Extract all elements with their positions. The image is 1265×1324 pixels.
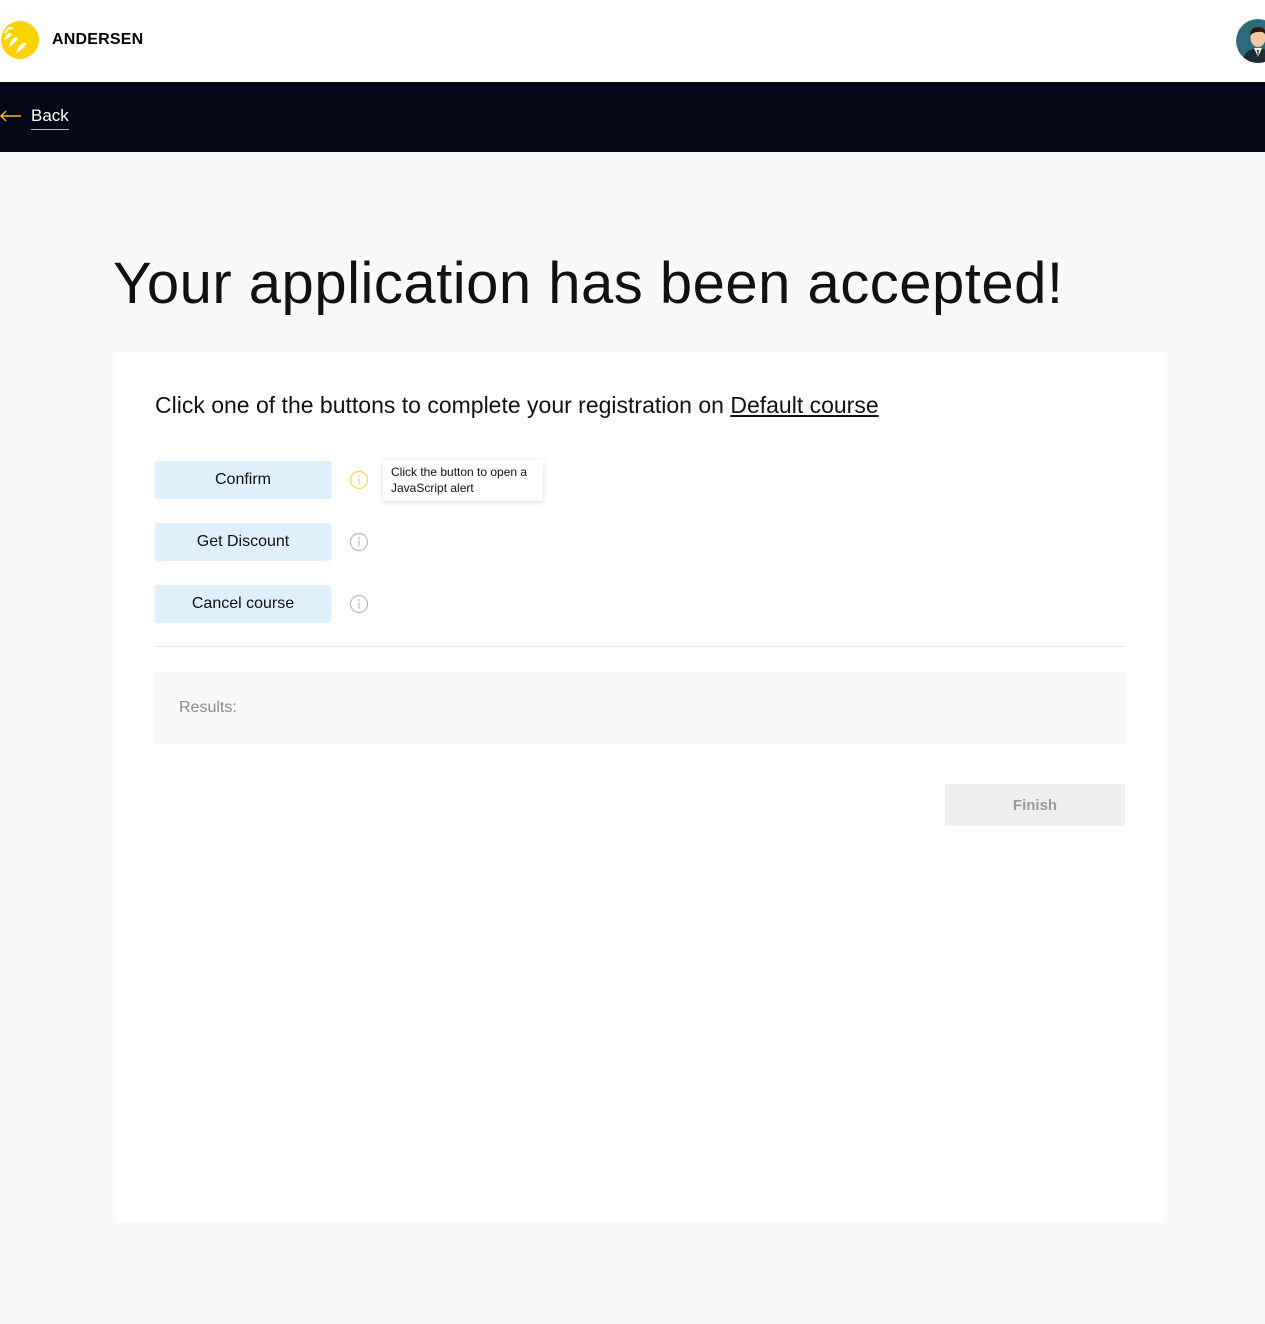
results-label: Results: [179,699,237,716]
arrow-left-icon[interactable] [0,109,22,123]
info-tooltip: Click the button to open a JavaScript al… [383,460,543,501]
info-icon[interactable] [349,470,369,490]
divider [155,646,1125,647]
top-header: ANDERSEN [0,0,1265,82]
subtitle-text: Click one of the buttons to complete you… [155,392,724,418]
andersen-logo-icon[interactable] [0,20,40,60]
info-icon[interactable] [349,532,369,552]
results-panel: Results: [155,672,1125,744]
brand-name: ANDERSEN [52,31,144,48]
nav-bar [0,82,1265,152]
confirm-button[interactable]: Confirm [155,461,331,499]
user-avatar-icon[interactable] [1236,19,1265,63]
get-discount-button[interactable]: Get Discount [155,523,331,561]
card-subtitle: Click one of the buttons to complete you… [155,392,879,419]
cancel-course-button[interactable]: Cancel course [155,585,331,623]
finish-button[interactable]: Finish [945,784,1125,826]
back-link[interactable]: Back [31,106,69,130]
page-title: Your application has been accepted! [113,251,1064,316]
registration-card: Click one of the buttons to complete you… [115,352,1165,1222]
info-icon[interactable] [349,594,369,614]
course-link[interactable]: Default course [730,392,878,418]
